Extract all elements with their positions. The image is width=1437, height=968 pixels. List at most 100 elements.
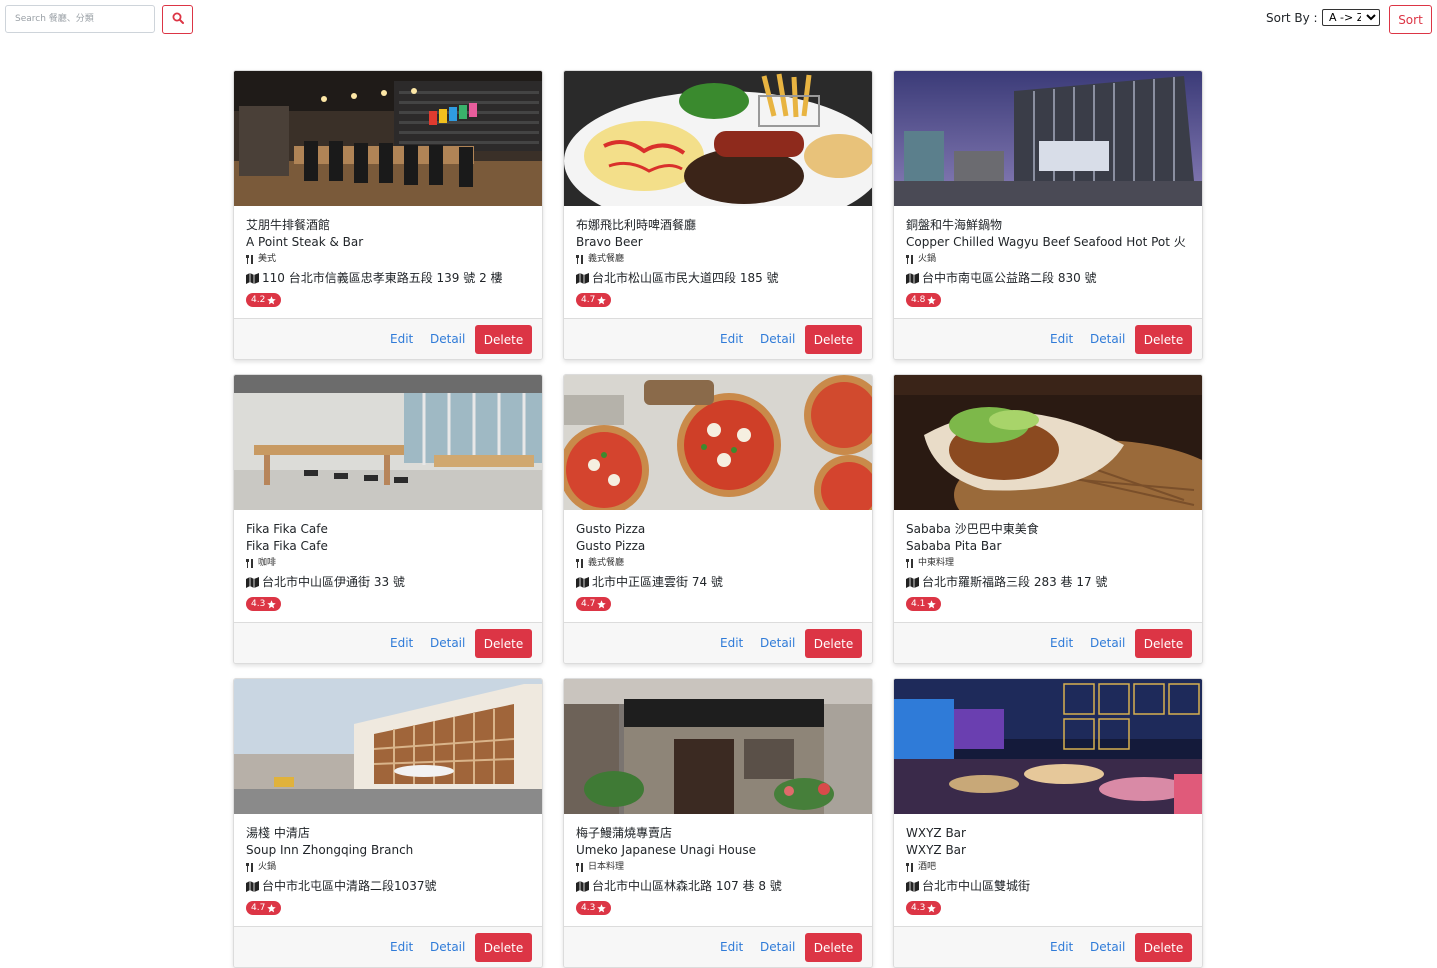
category-label: 中東料理: [918, 558, 955, 568]
restaurant-photo[interactable]: [564, 375, 872, 510]
edit-link[interactable]: Edit: [390, 940, 413, 954]
restaurant-name-en: Fika Fika Cafe: [246, 539, 328, 553]
detail-link[interactable]: Detail: [1090, 636, 1125, 650]
card-footer: Edit Detail Delete: [564, 318, 872, 359]
restaurant-photo[interactable]: [234, 679, 542, 814]
restaurant-card: Fika Fika Cafe Fika Fika Cafe 咖啡 台北市中山區伊…: [233, 374, 543, 664]
edit-link[interactable]: Edit: [720, 636, 743, 650]
edit-link[interactable]: Edit: [1050, 332, 1073, 346]
detail-link[interactable]: Detail: [760, 636, 795, 650]
card-footer: Edit Detail Delete: [564, 926, 872, 967]
star-icon: [927, 903, 937, 913]
search-icon: [172, 12, 184, 27]
restaurant-card: WXYZ Bar WXYZ Bar 酒吧 台北市中山區雙城街 4.3 Edit …: [893, 678, 1203, 968]
restaurant-card: 梅子鰻蒲燒專賣店 Umeko Japanese Unagi House 日本料理…: [563, 678, 873, 968]
restaurant-address: 北市中正區連雲街 74 號: [576, 574, 862, 591]
edit-link[interactable]: Edit: [390, 332, 413, 346]
detail-link[interactable]: Detail: [1090, 332, 1125, 346]
restaurant-name-zh: 布娜飛比利時啤酒餐廳: [576, 218, 697, 232]
delete-button[interactable]: Delete: [805, 629, 862, 658]
restaurant-photo[interactable]: [234, 375, 542, 510]
star-icon: [597, 599, 607, 609]
rating-badge: 4.3: [576, 901, 612, 915]
restaurant-photo[interactable]: [894, 71, 1202, 206]
restaurant-address: 110 台北市信義區忠孝東路五段 139 號 2 樓: [246, 270, 532, 287]
delete-button[interactable]: Delete: [1135, 325, 1192, 354]
address-text: 台北市中山區雙城街: [922, 879, 1031, 893]
edit-link[interactable]: Edit: [390, 636, 413, 650]
delete-button[interactable]: Delete: [475, 629, 532, 658]
restaurant-name-en: WXYZ Bar: [906, 843, 966, 857]
category-label: 火鍋: [918, 254, 937, 264]
edit-link[interactable]: Edit: [1050, 636, 1073, 650]
sort-select[interactable]: A -> Z: [1322, 9, 1380, 26]
edit-link[interactable]: Edit: [1050, 940, 1073, 954]
restaurant-category: 義式餐廳: [576, 252, 862, 267]
map-icon: [906, 273, 919, 284]
delete-button[interactable]: Delete: [805, 933, 862, 962]
card-body: 銅盤和牛海鮮鍋物 Copper Chilled Wagyu Beef Seafo…: [906, 217, 1192, 307]
delete-button[interactable]: Delete: [475, 933, 532, 962]
restaurant-name-en: Bravo Beer: [576, 235, 643, 249]
map-icon: [246, 881, 259, 892]
edit-link[interactable]: Edit: [720, 332, 743, 346]
top-bar: Sort By : A -> Z Sort: [0, 0, 1437, 40]
detail-link[interactable]: Detail: [1090, 940, 1125, 954]
rating-value: 4.3: [251, 599, 266, 609]
restaurant-photo[interactable]: [894, 375, 1202, 510]
edit-link[interactable]: Edit: [720, 940, 743, 954]
restaurant-address: 台中市南屯區公益路二段 830 號: [906, 270, 1192, 287]
rating-value: 4.7: [251, 903, 266, 913]
restaurant-photo[interactable]: [894, 679, 1202, 814]
detail-link[interactable]: Detail: [430, 332, 465, 346]
restaurant-photo[interactable]: [564, 71, 872, 206]
utensils-icon: [906, 559, 915, 568]
detail-link[interactable]: Detail: [430, 940, 465, 954]
restaurant-category: 日本料理: [576, 860, 862, 875]
rating-badge: 4.7: [576, 597, 612, 611]
detail-link[interactable]: Detail: [760, 940, 795, 954]
rating-value: 4.3: [911, 903, 926, 913]
delete-button[interactable]: Delete: [475, 325, 532, 354]
delete-button[interactable]: Delete: [805, 325, 862, 354]
restaurant-photo[interactable]: [564, 679, 872, 814]
utensils-icon: [246, 559, 255, 568]
card-footer: Edit Detail Delete: [894, 318, 1202, 359]
category-label: 日本料理: [588, 862, 625, 872]
delete-button[interactable]: Delete: [1135, 933, 1192, 962]
restaurant-address: 台北市中山區伊通街 33 號: [246, 574, 532, 591]
utensils-icon: [576, 255, 585, 264]
detail-link[interactable]: Detail: [430, 636, 465, 650]
restaurant-name-en: Sababa Pita Bar: [906, 539, 1002, 553]
restaurant-name-zh: 銅盤和牛海鮮鍋物: [906, 218, 1003, 232]
restaurant-address: 台北市中山區林森北路 107 巷 8 號: [576, 878, 862, 895]
delete-button[interactable]: Delete: [1135, 629, 1192, 658]
detail-link[interactable]: Detail: [760, 332, 795, 346]
rating-value: 4.1: [911, 599, 926, 609]
address-text: 台北市中山區伊通街 33 號: [262, 575, 405, 589]
sort-label: Sort By :: [1266, 11, 1318, 25]
card-footer: Edit Detail Delete: [234, 318, 542, 359]
utensils-icon: [246, 255, 255, 264]
map-icon: [246, 273, 259, 284]
sort-button[interactable]: Sort: [1389, 5, 1432, 34]
rating-value: 4.2: [251, 295, 266, 305]
category-label: 酒吧: [918, 862, 937, 872]
search-button[interactable]: [162, 5, 193, 34]
restaurant-name-zh: Sababa 沙巴巴中東美食: [906, 522, 1039, 536]
rating-badge: 4.3: [906, 901, 942, 915]
search-input[interactable]: [5, 5, 155, 33]
restaurant-category: 中東料理: [906, 556, 1192, 571]
card-footer: Edit Detail Delete: [234, 622, 542, 663]
card-body: Fika Fika Cafe Fika Fika Cafe 咖啡 台北市中山區伊…: [246, 521, 532, 611]
category-label: 咖啡: [258, 558, 277, 568]
restaurant-name-en: Soup Inn Zhongqing Branch: [246, 843, 414, 857]
rating-badge: 4.1: [906, 597, 942, 611]
map-icon: [576, 881, 589, 892]
star-icon: [597, 295, 607, 305]
restaurant-photo[interactable]: [234, 71, 542, 206]
card-footer: Edit Detail Delete: [564, 622, 872, 663]
restaurant-name-zh: 梅子鰻蒲燒專賣店: [576, 826, 673, 840]
restaurant-name-en: A Point Steak & Bar: [246, 235, 364, 249]
restaurant-category: 美式: [246, 252, 532, 267]
